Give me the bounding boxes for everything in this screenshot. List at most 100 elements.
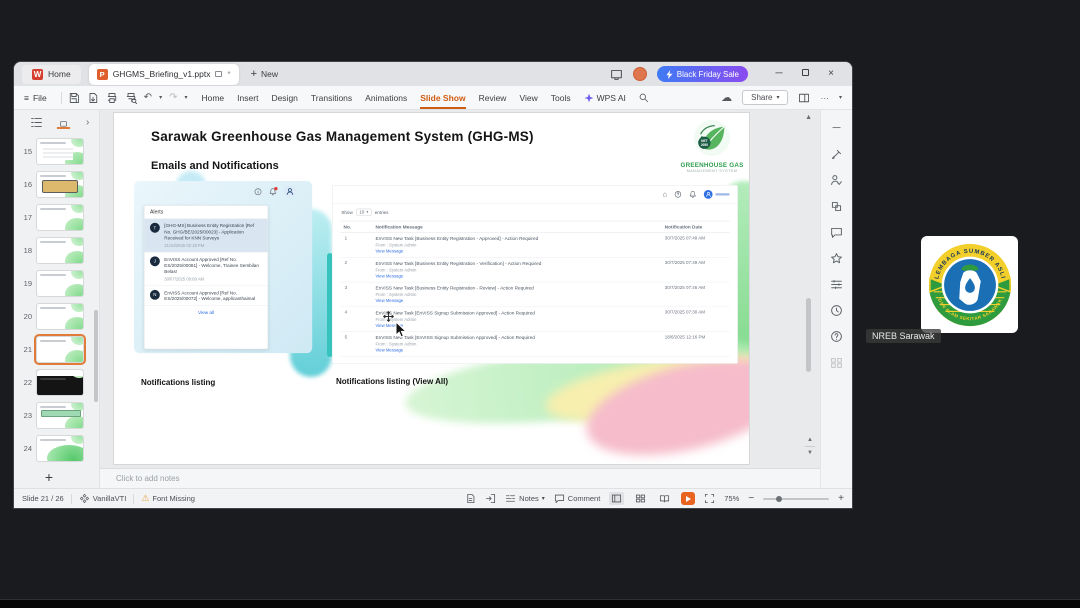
row-view-message-link[interactable]: View Message	[375, 298, 659, 303]
slide-canvas[interactable]: Sarawak Greenhouse Gas Management System…	[113, 112, 750, 465]
print-icon[interactable]	[106, 92, 118, 104]
slide-thumbnail-22[interactable]: 22	[18, 369, 93, 396]
row-view-message-link[interactable]: View Message	[375, 249, 659, 254]
row-view-message-link[interactable]: View Message	[375, 348, 659, 353]
participant-video-tile[interactable]: LEMBAGA SUMBER ASLI DAN ALAM SEKITAR SAR…	[921, 236, 1018, 333]
share-button[interactable]: Share ▾	[742, 90, 789, 105]
menu-home[interactable]: Home	[201, 86, 224, 109]
settings-icon[interactable]	[830, 278, 843, 291]
menu-design[interactable]: Design	[271, 86, 297, 109]
black-friday-sale-button[interactable]: Black Friday Sale	[656, 66, 748, 82]
ribbon-layout-icon[interactable]	[798, 92, 810, 104]
menu-transitions[interactable]: Transitions	[311, 86, 352, 109]
slide-subtitle[interactable]: Emails and Notifications	[151, 160, 279, 172]
help-icon[interactable]	[830, 330, 843, 343]
fit-screen-icon[interactable]	[704, 493, 715, 504]
thumbnail-preview[interactable]	[36, 138, 84, 165]
thumbnail-preview[interactable]	[36, 237, 84, 264]
normal-view-button[interactable]	[609, 492, 625, 505]
more-options-icon[interactable]: ···	[820, 93, 829, 103]
thumbnail-preview[interactable]	[36, 204, 84, 231]
slide-title[interactable]: Sarawak Greenhouse Gas Management System…	[151, 129, 534, 144]
minimize-button[interactable]: ─	[766, 62, 792, 86]
menu-insert[interactable]: Insert	[237, 86, 258, 109]
account-avatar[interactable]	[632, 67, 647, 81]
notes-bar[interactable]: Click to add notes	[100, 468, 820, 488]
file-menu[interactable]: ≡ File	[24, 93, 47, 103]
thumbnail-preview[interactable]	[36, 369, 84, 396]
zoom-slider[interactable]	[763, 495, 830, 502]
tab-document[interactable]: P GHGMS_Briefing_v1.pptx *	[88, 63, 239, 85]
thumbnail-preview[interactable]	[34, 334, 86, 365]
save-icon[interactable]	[68, 92, 80, 104]
thumbnail-preview[interactable]	[36, 303, 84, 330]
tab-home[interactable]: W Home	[22, 64, 81, 84]
undo-dropdown-icon[interactable]: ▾	[159, 94, 162, 101]
slide-thumbnail-18[interactable]: 18	[18, 237, 93, 264]
notifications-table-screenshot[interactable]: ⌂ Show 10 ▾ entries No. Notification Mes…	[332, 185, 738, 364]
zoom-slider-handle[interactable]	[776, 495, 783, 502]
canvas-scrollbar[interactable]	[806, 298, 811, 372]
menu-animations[interactable]: Animations	[365, 86, 407, 109]
task-pane-icon[interactable]	[465, 493, 476, 504]
wps-ai-menu[interactable]: WPS AI	[584, 93, 626, 103]
slide-thumbnail-19[interactable]: 19	[18, 270, 93, 297]
hide-ribbon-icon[interactable]: ─	[830, 122, 843, 135]
search-icon[interactable]	[638, 92, 649, 103]
zoom-level[interactable]: 75%	[724, 494, 739, 503]
alert-item[interactable]: N EnVISS Account Approved [Ref No. ES/202…	[144, 286, 268, 307]
add-slide-button[interactable]: +	[38, 468, 60, 486]
maximize-button[interactable]	[792, 62, 818, 86]
slide-thumbnail-21[interactable]: 21	[18, 334, 93, 365]
slideshow-play-button[interactable]	[681, 492, 696, 505]
undo-icon[interactable]: ↶	[144, 92, 152, 104]
qat-more-icon[interactable]: ▾	[184, 94, 187, 101]
cloud-sync-icon[interactable]: ☁	[721, 91, 732, 104]
alert-item[interactable]: T [GHG-MS] Business Entity Registration […	[144, 218, 268, 253]
zoom-out-button[interactable]: −	[748, 493, 754, 504]
canvas-scroll-up-icon[interactable]: ▲	[805, 114, 812, 121]
zoom-in-button[interactable]: +	[838, 493, 844, 504]
new-tab-button[interactable]: + New	[251, 68, 278, 80]
star-icon[interactable]	[830, 252, 843, 265]
thumbnail-scrollbar[interactable]	[94, 310, 98, 402]
caption-right[interactable]: Notifications listing (View All)	[336, 377, 448, 386]
comment-button[interactable]: Comment	[554, 493, 600, 504]
menu-slide-show[interactable]: Slide Show	[420, 86, 466, 109]
row-view-message-link[interactable]: View Message	[375, 323, 659, 328]
history-icon[interactable]	[830, 304, 843, 317]
thumbnail-preview[interactable]	[36, 402, 84, 429]
collapse-panel-icon[interactable]: ›	[86, 117, 89, 128]
thumbnail-preview[interactable]	[36, 435, 84, 462]
slide-sorter-button[interactable]	[633, 492, 648, 505]
thumbnail-preview[interactable]	[36, 171, 84, 198]
reading-view-button[interactable]	[657, 492, 672, 505]
entries-select[interactable]: 10 ▾	[356, 208, 372, 216]
slide-thumbnail-20[interactable]: 20	[18, 303, 93, 330]
apps-icon[interactable]	[830, 356, 843, 369]
tasks-icon[interactable]	[830, 174, 843, 187]
menu-view[interactable]: View	[519, 86, 537, 109]
previous-slide-button[interactable]: ▲	[807, 437, 813, 443]
notes-toggle[interactable]: Notes ▾	[505, 493, 545, 504]
export-icon[interactable]	[87, 92, 99, 104]
font-missing-warning[interactable]: Font Missing	[152, 494, 195, 503]
menu-review[interactable]: Review	[479, 86, 507, 109]
collapse-ribbon-icon[interactable]: ▾	[839, 94, 842, 101]
slide-thumbnail-24[interactable]: 24	[18, 435, 93, 462]
view-all-link[interactable]: View all	[144, 306, 267, 319]
outline-view-icon[interactable]	[30, 116, 43, 129]
shapes-icon[interactable]	[830, 200, 843, 213]
whiteboard-icon[interactable]	[610, 68, 623, 81]
row-view-message-link[interactable]: View Message	[375, 274, 659, 279]
print-preview-icon[interactable]	[125, 92, 137, 104]
slides-view-icon[interactable]	[57, 116, 70, 129]
caption-left[interactable]: Notifications listing	[141, 378, 215, 387]
tools-icon[interactable]	[830, 148, 843, 161]
thumbnail-preview[interactable]	[36, 270, 84, 297]
slide-thumbnail-23[interactable]: 23	[18, 402, 93, 429]
close-button[interactable]: ×	[818, 62, 844, 86]
slide-thumbnail-17[interactable]: 17	[18, 204, 93, 231]
slide-thumbnail-15[interactable]: 15	[18, 138, 93, 165]
theme-name[interactable]: VanillaVTI	[93, 494, 127, 503]
